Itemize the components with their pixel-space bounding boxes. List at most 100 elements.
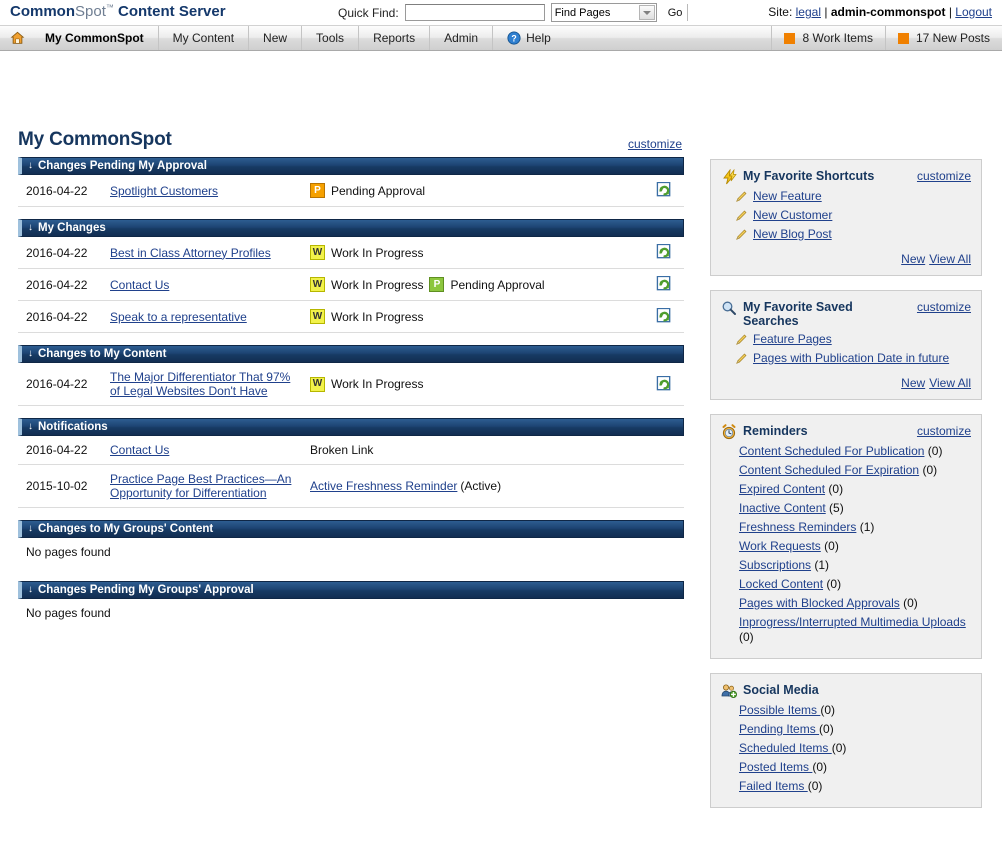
list-item-link[interactable]: Locked Content: [739, 577, 823, 591]
tab-admin[interactable]: Admin: [430, 26, 494, 50]
search-scope-select[interactable]: Find Pages: [550, 3, 657, 22]
row-title-cell: The Major Differentiator That 97% of Leg…: [110, 370, 310, 398]
row-action-cell[interactable]: [644, 182, 684, 199]
new-posts-label: 17 New Posts: [915, 31, 990, 45]
collapse-arrow-icon: ↓: [28, 222, 33, 233]
tab-my-content[interactable]: My Content: [159, 26, 250, 50]
section-header-my-changes[interactable]: ↓ My Changes: [18, 219, 684, 237]
list-item-link[interactable]: New Blog Post: [753, 227, 832, 242]
search-go-button[interactable]: Go: [663, 4, 689, 21]
row-title-link[interactable]: Practice Page Best Practices—An Opportun…: [110, 472, 291, 500]
section-title: Changes Pending My Groups' Approval: [38, 584, 254, 596]
status-text: Broken Link: [310, 443, 374, 457]
status-badge: W: [310, 245, 325, 260]
brand-content-server: Content Server: [113, 3, 226, 20]
collapse-arrow-icon: ↓: [28, 523, 33, 534]
row-action-cell[interactable]: [644, 244, 684, 261]
table-row: 2015-10-02 Practice Page Best Practices—A…: [18, 465, 684, 508]
panel-footer-link[interactable]: New: [901, 252, 925, 266]
row-action-cell[interactable]: [644, 308, 684, 325]
row-title-cell: Spotlight Customers: [110, 184, 310, 198]
list-item-link[interactable]: Content Scheduled For Expiration: [739, 463, 919, 477]
panel-customize-link[interactable]: customize: [917, 300, 971, 314]
list-item: Locked Content (0): [721, 577, 971, 592]
list-item-link[interactable]: Content Scheduled For Publication: [739, 444, 924, 458]
row-title-link[interactable]: Contact Us: [110, 278, 169, 292]
row-date: 2016-04-22: [26, 245, 88, 260]
list-item-link[interactable]: Possible Items: [739, 703, 820, 717]
list-item-link[interactable]: Work Requests: [739, 539, 821, 553]
panel-footer-link[interactable]: View All: [929, 376, 971, 390]
list-item-link[interactable]: Pending Items: [739, 722, 819, 736]
section-header-changes-pending-my-approval[interactable]: ↓ Changes Pending My Approval: [18, 157, 684, 175]
list-item-link[interactable]: Pages with Blocked Approvals: [739, 596, 900, 610]
row-title-link[interactable]: Contact Us: [110, 443, 169, 457]
list-item-link[interactable]: Pages with Publication Date in future: [753, 351, 949, 366]
list-item-link[interactable]: Freshness Reminders: [739, 520, 856, 534]
empty-state-text: No pages found: [26, 606, 111, 620]
pencil-icon: [736, 191, 747, 202]
list-item-link[interactable]: Expired Content: [739, 482, 825, 496]
status-text: Work In Progress: [331, 277, 424, 292]
section-notifications: ↓ Notifications 2016-04-22 Contact Us Broken…: [18, 418, 684, 508]
tab-help[interactable]: ? Help: [493, 26, 565, 50]
section-header-changes-pending-my-groups-approval[interactable]: ↓ Changes Pending My Groups' Approval: [18, 581, 684, 599]
status-text: Work In Progress: [331, 245, 424, 260]
logout-link[interactable]: Logout: [955, 5, 992, 19]
list-item: Subscriptions (1): [721, 558, 971, 573]
panel-footer-link[interactable]: View All: [929, 252, 971, 266]
row-title-link[interactable]: The Major Differentiator That 97% of Leg…: [110, 370, 290, 398]
list-item-link[interactable]: Subscriptions: [739, 558, 811, 572]
row-title-cell: Contact Us: [110, 443, 310, 457]
list-item: Pages with Publication Date in future: [735, 351, 971, 366]
list-item-count: (1): [811, 558, 830, 572]
row-action-cell[interactable]: [644, 276, 684, 293]
list-item: Inprogress/Interrupted Multimedia Upload…: [721, 615, 971, 645]
row-date: 2015-10-02: [26, 479, 88, 493]
lightning-bolt-icon: [723, 169, 737, 185]
status-text: Work In Progress: [331, 309, 424, 324]
work-items-swatch-icon: [784, 32, 796, 44]
table-row: 2016-04-22 Best in Class Attorney Profile…: [18, 237, 684, 269]
page-customize-link[interactable]: customize: [628, 137, 682, 151]
new-posts-indicator[interactable]: 17 New Posts: [884, 26, 1002, 50]
list-item-link[interactable]: Inprogress/Interrupted Multimedia Upload…: [739, 615, 966, 629]
main-navigation: My CommonSpot My Content New Tools Repor…: [0, 26, 1002, 51]
list-item-link[interactable]: New Customer: [753, 208, 832, 223]
panel-customize-link[interactable]: customize: [917, 424, 971, 438]
list-item-link[interactable]: Posted Items: [739, 760, 812, 774]
section-changes-to-my-groups-content: ↓ Changes to My Groups' Content No pages f…: [18, 520, 684, 569]
list-item: Inactive Content (5): [721, 501, 971, 516]
brand-common: Common: [10, 3, 75, 20]
row-title-link[interactable]: Best in Class Attorney Profiles: [110, 246, 271, 260]
list-item-link[interactable]: New Feature: [753, 189, 822, 204]
tab-tools[interactable]: Tools: [302, 26, 360, 50]
panel-footer-link[interactable]: New: [901, 376, 925, 390]
brand-trademark: ™: [105, 3, 114, 12]
section-header-notifications[interactable]: ↓ Notifications: [18, 418, 684, 436]
list-item-link[interactable]: Scheduled Items: [739, 741, 832, 755]
site-name-link[interactable]: legal: [796, 5, 821, 19]
row-title-link[interactable]: Speak to a representative: [110, 310, 247, 324]
panel-list: Feature Pages Pages with Publication Date…: [721, 332, 971, 366]
list-item: Possible Items (0): [721, 703, 971, 718]
sidebar-item-home[interactable]: [0, 26, 31, 50]
tab-new[interactable]: New: [249, 26, 303, 50]
tab-reports[interactable]: Reports: [359, 26, 431, 50]
status-link[interactable]: Active Freshness Reminder: [310, 479, 457, 493]
status-badge: P: [429, 277, 445, 292]
tab-my-commonspot[interactable]: My CommonSpot: [31, 26, 159, 50]
section-header-changes-to-my-content[interactable]: ↓ Changes to My Content: [18, 345, 684, 363]
sidebar-column: My Favorite Shortcuts customize New Featur…: [710, 159, 982, 822]
panel-customize-link[interactable]: customize: [917, 169, 971, 183]
work-items-indicator[interactable]: 8 Work Items: [771, 26, 884, 50]
row-action-cell[interactable]: [644, 375, 684, 393]
list-item-link[interactable]: Inactive Content: [739, 501, 826, 515]
list-item-link[interactable]: Failed Items: [739, 779, 808, 793]
list-item-link[interactable]: Feature Pages: [753, 332, 832, 347]
status-badge: W: [310, 376, 325, 392]
search-input[interactable]: [404, 4, 545, 21]
section-header-changes-to-my-groups-content[interactable]: ↓ Changes to My Groups' Content: [18, 520, 684, 538]
row-date: 2016-04-22: [26, 377, 88, 391]
row-title-link[interactable]: Spotlight Customers: [110, 184, 218, 198]
